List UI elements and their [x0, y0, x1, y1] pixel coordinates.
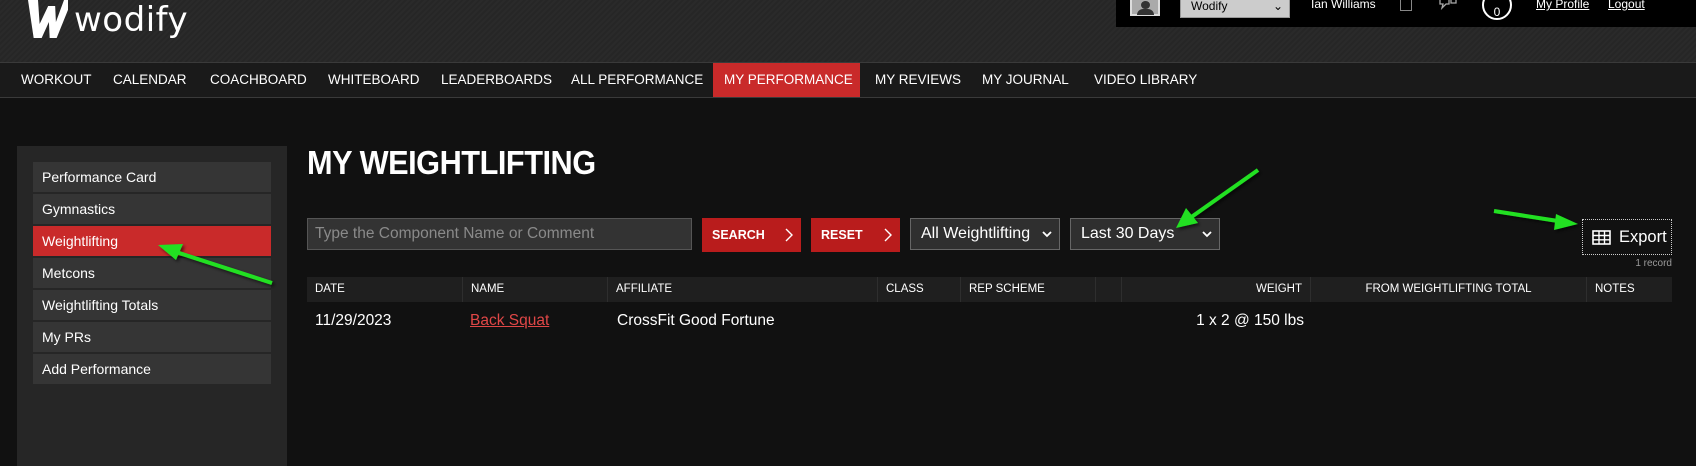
sidebar-item-gymnastics[interactable]: Gymnastics: [33, 194, 271, 224]
avatar-body: [1137, 9, 1154, 15]
export-button[interactable]: Export: [1582, 219, 1672, 255]
cell-name-link[interactable]: Back Squat: [470, 312, 549, 330]
sidebar-item-weightlifting-totals[interactable]: Weightlifting Totals: [33, 290, 271, 320]
cell-date: 11/29/2023: [315, 312, 392, 329]
chat-icon[interactable]: [1439, 0, 1457, 10]
search-input[interactable]: [307, 218, 692, 250]
type-filter-value: All Weightlifting: [921, 225, 1031, 242]
column-header-name[interactable]: NAME: [463, 277, 608, 302]
nav-my-reviews[interactable]: MY REVIEWS: [864, 63, 972, 97]
date-filter-value: Last 30 Days: [1081, 225, 1175, 242]
page: wodify Wodify ⌄ Ian Williams 0 My Profil…: [0, 0, 1696, 466]
search-button-label: SEARCH: [712, 228, 765, 242]
chevron-down-icon: ⌄: [1272, 0, 1283, 13]
chevron-down-icon: [1042, 231, 1052, 238]
search-button[interactable]: SEARCH: [702, 218, 801, 252]
nav-workout[interactable]: WORKOUT: [10, 63, 103, 97]
sidebar-item-add-performance[interactable]: Add Performance: [33, 354, 271, 384]
nav-calendar[interactable]: CALENDAR: [102, 63, 198, 97]
nav-all-performance[interactable]: ALL PERFORMANCE: [560, 63, 714, 97]
my-profile-link[interactable]: My Profile: [1536, 0, 1589, 11]
user-name: Ian Williams: [1311, 0, 1376, 11]
column-header-affiliate[interactable]: AFFILIATE: [608, 277, 878, 302]
sidebar-item-performance-card[interactable]: Performance Card: [33, 162, 271, 192]
sidebar-item-metcons[interactable]: Metcons: [33, 258, 271, 288]
chevron-right-icon: [785, 228, 793, 242]
nav-video-library[interactable]: VIDEO LIBRARY: [1083, 63, 1208, 97]
avatar-head: [1141, 1, 1150, 9]
wodify-logo-icon: [28, 0, 68, 38]
column-header-notes[interactable]: NOTES: [1587, 277, 1672, 302]
record-count: 1 record: [1635, 258, 1672, 269]
nav-leaderboards[interactable]: LEADERBOARDS: [430, 63, 563, 97]
avatar[interactable]: [1130, 0, 1160, 16]
logout-link[interactable]: Logout: [1608, 0, 1645, 11]
notification-count: 0: [1493, 5, 1501, 19]
nav-coachboard[interactable]: COACHBOARD: [199, 63, 318, 97]
column-header-class[interactable]: CLASS: [878, 277, 961, 302]
export-button-label: Export: [1619, 228, 1667, 246]
sidebar-item-my-prs[interactable]: My PRs: [33, 322, 271, 352]
chevron-right-icon: [884, 228, 892, 242]
column-header-rep-scheme[interactable]: REP SCHEME: [961, 277, 1096, 302]
gym-select[interactable]: Wodify ⌄: [1180, 0, 1290, 18]
sidebar: Performance Card Gymnastics Weightliftin…: [17, 146, 287, 466]
column-header-from-weightlifting-total[interactable]: FROM WEIGHTLIFTING TOTAL: [1311, 277, 1587, 302]
main-nav: WORKOUT CALENDAR COACHBOARD WHITEBOARD L…: [0, 62, 1696, 98]
cell-weight: 1 x 2 @ 150 lbs: [1196, 312, 1304, 329]
document-icon[interactable]: [1400, 0, 1412, 11]
column-header-weight[interactable]: WEIGHT: [1122, 277, 1311, 302]
nav-my-performance[interactable]: MY PERFORMANCE: [713, 63, 860, 97]
reset-button[interactable]: RESET: [811, 218, 900, 252]
cell-affiliate: CrossFit Good Fortune: [617, 312, 775, 329]
brand-name: wodify: [74, 0, 189, 40]
type-filter-select[interactable]: All Weightlifting: [910, 218, 1060, 250]
arrow-to-export: [1493, 209, 1578, 230]
sidebar-item-weightlifting[interactable]: Weightlifting: [33, 226, 271, 256]
table-icon: [1592, 230, 1611, 245]
table-header: DATE NAME AFFILIATE CLASS REP SCHEME WEI…: [307, 277, 1672, 302]
nav-whiteboard[interactable]: WHITEBOARD: [317, 63, 431, 97]
column-header-date[interactable]: DATE: [307, 277, 463, 302]
reset-button-label: RESET: [821, 228, 863, 242]
gym-select-value: Wodify: [1191, 0, 1228, 13]
chevron-down-icon: [1202, 231, 1212, 238]
date-filter-select[interactable]: Last 30 Days: [1070, 218, 1220, 250]
nav-my-journal[interactable]: MY JOURNAL: [971, 63, 1080, 97]
column-header-blank: [1096, 277, 1122, 302]
page-title: MY WEIGHTLIFTING: [307, 144, 596, 181]
wodify-logo[interactable]: wodify: [22, 0, 188, 44]
